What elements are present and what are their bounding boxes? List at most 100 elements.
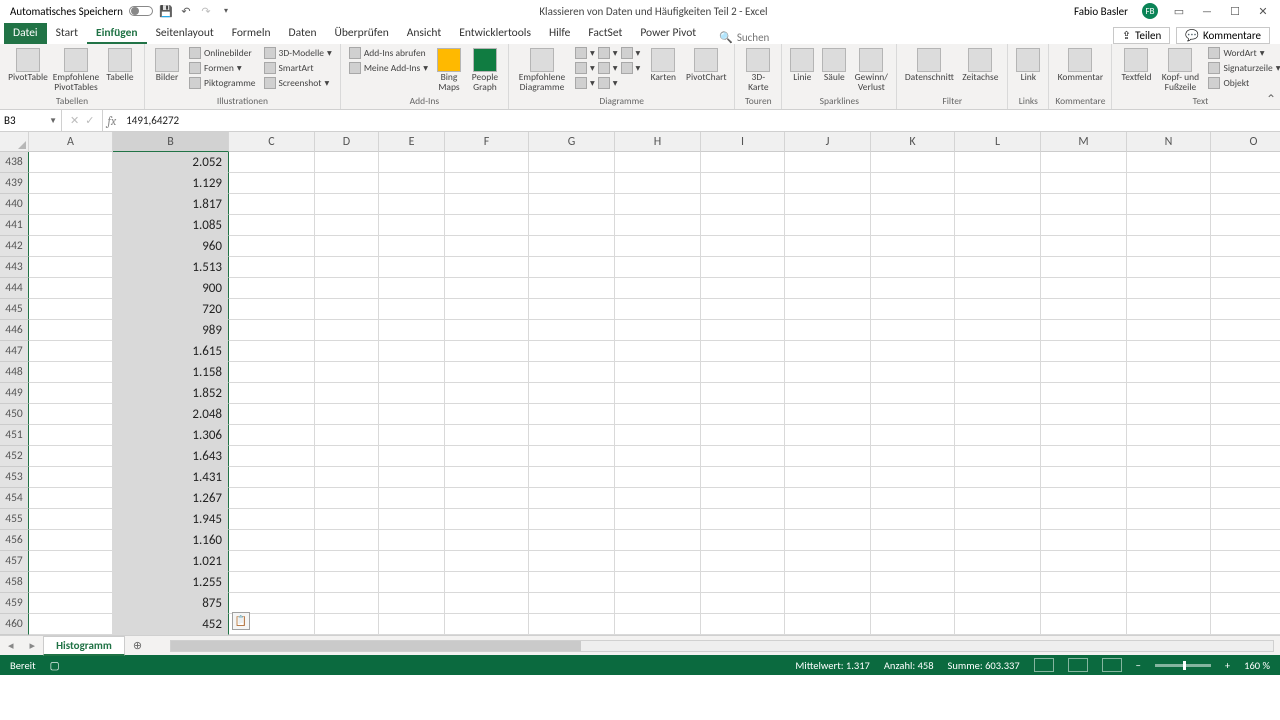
cell-O440[interactable]: [1211, 194, 1280, 215]
cell-K442[interactable]: [871, 236, 955, 257]
macro-record-icon[interactable]: ▢: [50, 659, 60, 672]
icons-button[interactable]: Piktogramme: [187, 76, 258, 90]
cell-F458[interactable]: [445, 572, 529, 593]
cell-J451[interactable]: [785, 425, 871, 446]
cell-C447[interactable]: [229, 341, 315, 362]
cell-C443[interactable]: [229, 257, 315, 278]
cell-M451[interactable]: [1041, 425, 1127, 446]
cell-L451[interactable]: [955, 425, 1041, 446]
cell-D459[interactable]: [315, 593, 379, 614]
cell-I453[interactable]: [701, 467, 785, 488]
header-footer-button[interactable]: Kopf- und Fußzeile: [1158, 46, 1202, 93]
cell-C458[interactable]: [229, 572, 315, 593]
cell-G446[interactable]: [529, 320, 615, 341]
cell-J446[interactable]: [785, 320, 871, 341]
row-header-441[interactable]: 441: [0, 215, 29, 236]
cell-C442[interactable]: [229, 236, 315, 257]
cell-C452[interactable]: [229, 446, 315, 467]
row-header-445[interactable]: 445: [0, 299, 29, 320]
cell-F439[interactable]: [445, 173, 529, 194]
cell-J457[interactable]: [785, 551, 871, 572]
row-header-447[interactable]: 447: [0, 341, 29, 362]
row-header-449[interactable]: 449: [0, 383, 29, 404]
cell-K456[interactable]: [871, 530, 955, 551]
cell-O449[interactable]: [1211, 383, 1280, 404]
cell-E459[interactable]: [379, 593, 445, 614]
cell-B447[interactable]: 1.615: [113, 341, 229, 362]
cell-D441[interactable]: [315, 215, 379, 236]
cell-L459[interactable]: [955, 593, 1041, 614]
cell-I457[interactable]: [701, 551, 785, 572]
tab-entwicklertools[interactable]: Entwicklertools: [450, 23, 540, 44]
cell-O448[interactable]: [1211, 362, 1280, 383]
cell-N452[interactable]: [1127, 446, 1211, 467]
cell-C440[interactable]: [229, 194, 315, 215]
view-pagebreak-icon[interactable]: [1102, 658, 1122, 672]
cell-O457[interactable]: [1211, 551, 1280, 572]
row-header-440[interactable]: 440: [0, 194, 29, 215]
cell-N446[interactable]: [1127, 320, 1211, 341]
tab-power pivot[interactable]: Power Pivot: [631, 23, 705, 44]
cell-A442[interactable]: [29, 236, 113, 257]
column-header-N[interactable]: N: [1127, 132, 1211, 152]
cell-K455[interactable]: [871, 509, 955, 530]
cell-F451[interactable]: [445, 425, 529, 446]
object-button[interactable]: Objekt: [1206, 76, 1280, 90]
cell-D444[interactable]: [315, 278, 379, 299]
cell-J458[interactable]: [785, 572, 871, 593]
row-header-458[interactable]: 458: [0, 572, 29, 593]
row-header-456[interactable]: 456: [0, 530, 29, 551]
cell-E444[interactable]: [379, 278, 445, 299]
row-header-457[interactable]: 457: [0, 551, 29, 572]
cell-C445[interactable]: [229, 299, 315, 320]
select-all-corner[interactable]: [0, 132, 29, 152]
cell-F447[interactable]: [445, 341, 529, 362]
cell-G449[interactable]: [529, 383, 615, 404]
cell-N447[interactable]: [1127, 341, 1211, 362]
autosave-toggle[interactable]: [129, 6, 153, 16]
cell-H449[interactable]: [615, 383, 701, 404]
cell-M444[interactable]: [1041, 278, 1127, 299]
cell-D448[interactable]: [315, 362, 379, 383]
cell-J449[interactable]: [785, 383, 871, 404]
cell-A452[interactable]: [29, 446, 113, 467]
cell-N451[interactable]: [1127, 425, 1211, 446]
cell-A460[interactable]: [29, 614, 113, 635]
cell-C453[interactable]: [229, 467, 315, 488]
column-header-D[interactable]: D: [315, 132, 379, 152]
cell-H447[interactable]: [615, 341, 701, 362]
timeline-button[interactable]: Zeitachse: [959, 46, 1001, 83]
cell-G447[interactable]: [529, 341, 615, 362]
cell-C448[interactable]: [229, 362, 315, 383]
row-header-438[interactable]: 438: [0, 152, 29, 173]
cell-E448[interactable]: [379, 362, 445, 383]
cell-K445[interactable]: [871, 299, 955, 320]
cell-I452[interactable]: [701, 446, 785, 467]
cell-O451[interactable]: [1211, 425, 1280, 446]
cell-L438[interactable]: [955, 152, 1041, 173]
cell-F448[interactable]: [445, 362, 529, 383]
cell-O459[interactable]: [1211, 593, 1280, 614]
cell-I458[interactable]: [701, 572, 785, 593]
cell-N445[interactable]: [1127, 299, 1211, 320]
cell-H453[interactable]: [615, 467, 701, 488]
cell-G451[interactable]: [529, 425, 615, 446]
cell-K450[interactable]: [871, 404, 955, 425]
cell-A457[interactable]: [29, 551, 113, 572]
close-icon[interactable]: ✕: [1256, 4, 1270, 18]
cell-C444[interactable]: [229, 278, 315, 299]
cell-N439[interactable]: [1127, 173, 1211, 194]
cell-D438[interactable]: [315, 152, 379, 173]
cell-C438[interactable]: [229, 152, 315, 173]
row-header-442[interactable]: 442: [0, 236, 29, 257]
cell-L452[interactable]: [955, 446, 1041, 467]
cell-D449[interactable]: [315, 383, 379, 404]
cell-H458[interactable]: [615, 572, 701, 593]
cell-M443[interactable]: [1041, 257, 1127, 278]
row-header-459[interactable]: 459: [0, 593, 29, 614]
cell-C455[interactable]: [229, 509, 315, 530]
cell-N455[interactable]: [1127, 509, 1211, 530]
cell-N440[interactable]: [1127, 194, 1211, 215]
cell-M447[interactable]: [1041, 341, 1127, 362]
cell-F443[interactable]: [445, 257, 529, 278]
